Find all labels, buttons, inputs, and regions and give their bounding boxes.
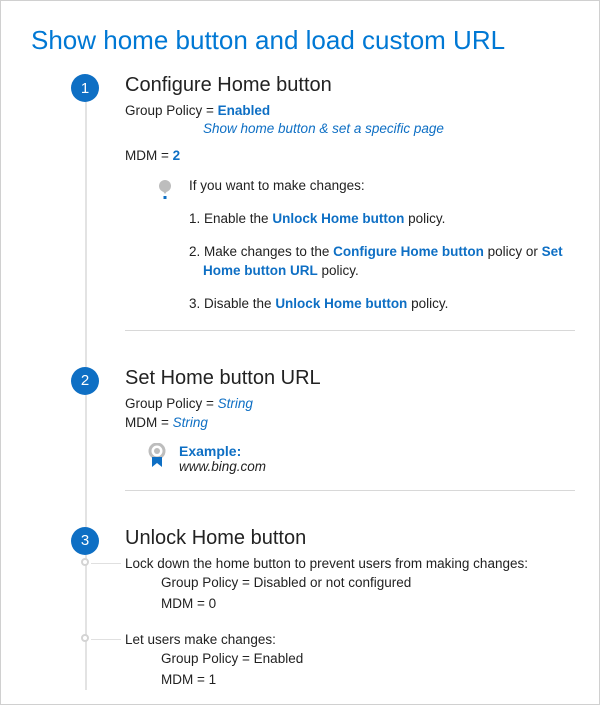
- lock-intro: Lock down the home button to prevent use…: [125, 554, 575, 574]
- hint-1a: 1. Enable the: [189, 211, 272, 226]
- example-value: www.bing.com: [179, 459, 266, 474]
- step-2-title: Set Home button URL: [125, 367, 575, 390]
- gp-value: Enabled: [218, 103, 271, 118]
- step-1-mdm: MDM = 2: [125, 146, 575, 166]
- hint-2a: 2. Make changes to the: [189, 244, 333, 259]
- hint-2c: policy or: [484, 244, 542, 259]
- lock-mdm: MDM = 0: [161, 594, 575, 614]
- step-1-title: Configure Home button: [125, 74, 575, 97]
- step-1-subtext: Show home button & set a specific page: [203, 121, 575, 136]
- mdm-label: MDM =: [161, 672, 209, 687]
- branch-dot-icon: [81, 558, 89, 566]
- ribbon-icon: [147, 443, 169, 474]
- hint-block: If you want to make changes: 1. Enable t…: [157, 177, 575, 313]
- gp-label: Group Policy =: [125, 103, 218, 118]
- gp-label: Group Policy =: [125, 396, 218, 411]
- unlock-intro: Let users make changes:: [125, 630, 575, 650]
- step-2-mdm: MDM = String: [125, 413, 575, 433]
- hint-line-3: 3. Disable the Unlock Home button policy…: [189, 295, 575, 314]
- gp-label: Group Policy =: [161, 651, 254, 666]
- step-number-badge: 1: [71, 74, 99, 102]
- gp-value: Disabled or not configured: [254, 575, 412, 590]
- example-label: Example:: [179, 443, 266, 459]
- lightbulb-icon: [157, 179, 177, 313]
- hint-line-1: 1. Enable the Unlock Home button policy.: [189, 210, 575, 229]
- step-2-group-policy: Group Policy = String: [125, 394, 575, 414]
- hint-3c: policy.: [407, 296, 448, 311]
- hint-2e: policy.: [318, 263, 359, 278]
- mdm-label: MDM =: [125, 415, 173, 430]
- step-number-badge: 3: [71, 527, 99, 555]
- mdm-label: MDM =: [125, 148, 173, 163]
- step-1: 1 Configure Home button Group Policy = E…: [71, 74, 575, 365]
- mdm-value: 0: [209, 596, 217, 611]
- gp-value: String: [218, 396, 253, 411]
- step-3-title: Unlock Home button: [125, 527, 575, 550]
- hint-intro: If you want to make changes:: [189, 177, 575, 196]
- mdm-value: String: [173, 415, 208, 430]
- divider: [125, 490, 575, 491]
- hint-line-2: 2. Make changes to the Configure Home bu…: [189, 243, 575, 281]
- lock-branch: Lock down the home button to prevent use…: [125, 554, 575, 614]
- example-text: Example: www.bing.com: [179, 443, 266, 474]
- step-1-group-policy: Group Policy = Enabled: [125, 101, 575, 121]
- unlock-mdm: MDM = 1: [161, 670, 575, 690]
- divider: [125, 330, 575, 331]
- mdm-value: 1: [209, 672, 217, 687]
- gp-value: Enabled: [254, 651, 304, 666]
- mdm-label: MDM =: [161, 596, 209, 611]
- hint-1c: policy.: [404, 211, 445, 226]
- branch-dot-icon: [81, 634, 89, 642]
- step-2: 2 Set Home button URL Group Policy = Str…: [71, 367, 575, 525]
- hint-3a: 3. Disable the: [189, 296, 275, 311]
- steps-container: 1 Configure Home button Group Policy = E…: [71, 74, 575, 690]
- step-number-badge: 2: [71, 367, 99, 395]
- branch-line: [91, 639, 121, 640]
- example-block: Example: www.bing.com: [147, 443, 575, 474]
- hint-text: If you want to make changes: 1. Enable t…: [189, 177, 575, 313]
- page-title: Show home button and load custom URL: [31, 25, 575, 56]
- mdm-value: 2: [173, 148, 181, 163]
- unlock-gp: Group Policy = Enabled: [161, 649, 575, 669]
- configure-home-button-link[interactable]: Configure Home button: [333, 244, 484, 259]
- step-3: 3 Unlock Home button Lock down the home …: [71, 527, 575, 690]
- unlock-home-button-link-2[interactable]: Unlock Home button: [275, 296, 407, 311]
- gp-label: Group Policy =: [161, 575, 254, 590]
- lock-gp: Group Policy = Disabled or not configure…: [161, 573, 575, 593]
- branch-line: [91, 563, 121, 564]
- unlock-branch: Let users make changes: Group Policy = E…: [125, 630, 575, 690]
- unlock-home-button-link[interactable]: Unlock Home button: [272, 211, 404, 226]
